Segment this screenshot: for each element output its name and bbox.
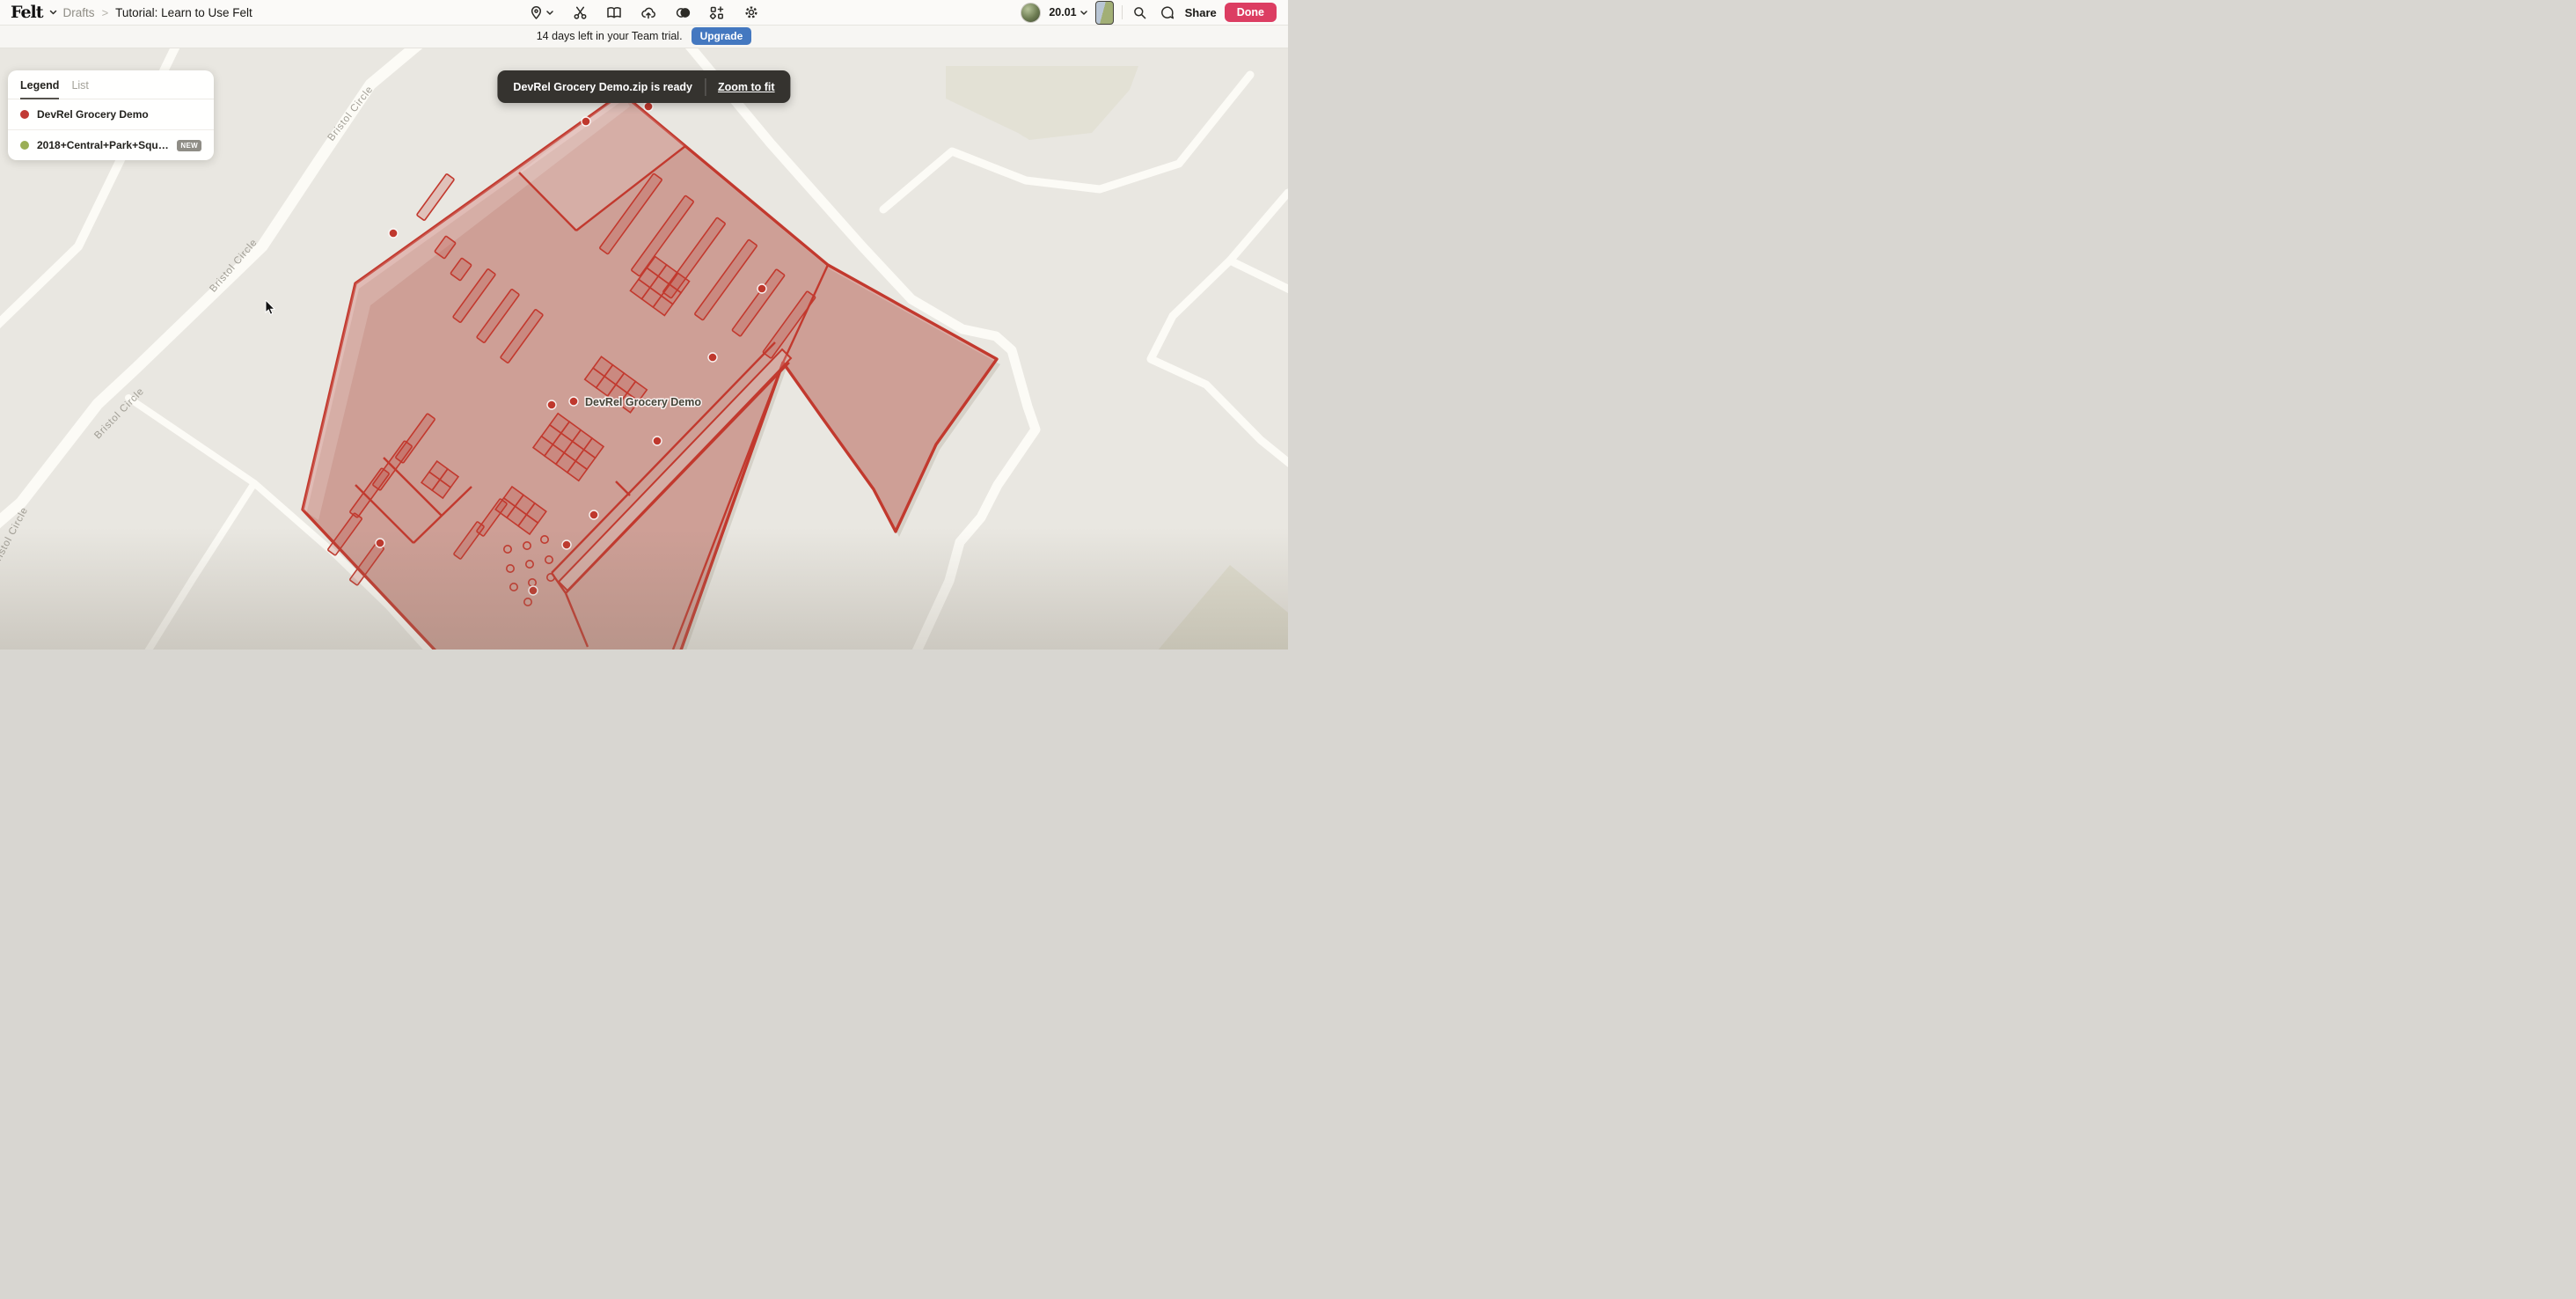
point-marker[interactable] xyxy=(547,400,556,409)
point-marker[interactable] xyxy=(582,117,590,126)
toolbar-divider xyxy=(1122,5,1123,19)
settings-gear-icon xyxy=(743,4,759,20)
toast-message: DevRel Grocery Demo.zip is ready xyxy=(513,81,692,93)
toast-notification: DevRel Grocery Demo.zip is ready Zoom to… xyxy=(497,70,790,103)
zoom-chevron-down-icon xyxy=(1080,11,1087,15)
toast-divider xyxy=(705,78,706,96)
layer-color-dot xyxy=(20,110,29,119)
zoom-level-value: 20.01 xyxy=(1049,6,1076,18)
trial-message: 14 days left in your Team trial. xyxy=(537,30,683,42)
point-marker[interactable] xyxy=(757,284,766,293)
point-marker[interactable] xyxy=(653,437,662,445)
tab-list[interactable]: List xyxy=(71,79,88,99)
layer-label: DevRel Grocery Demo xyxy=(37,108,149,121)
breadcrumb-separator: > xyxy=(102,6,109,19)
point-marker[interactable] xyxy=(589,510,598,519)
trial-banner: 14 days left in your Team trial. Upgrade xyxy=(0,25,1288,48)
search-icon xyxy=(1132,5,1147,20)
search-button[interactable] xyxy=(1131,3,1150,22)
legend-item-devrel[interactable]: DevRel Grocery Demo xyxy=(8,99,214,129)
book-open-icon xyxy=(606,5,622,20)
point-marker[interactable] xyxy=(708,353,717,362)
upload-tool[interactable] xyxy=(639,3,658,22)
cut-tool[interactable] xyxy=(570,3,589,22)
point-marker[interactable] xyxy=(389,229,398,238)
zoom-to-fit-link[interactable]: Zoom to fit xyxy=(718,81,775,93)
legend-panel: Legend List DevRel Grocery Demo 2018+Cen… xyxy=(8,70,214,160)
settings-tool[interactable] xyxy=(742,3,761,22)
point-marker[interactable] xyxy=(644,102,653,111)
library-tool[interactable] xyxy=(604,3,624,22)
place-marker[interactable] xyxy=(569,397,578,406)
layers-tool[interactable] xyxy=(673,3,692,22)
map-toolbar xyxy=(527,0,761,25)
comment-bubble-icon xyxy=(1160,5,1175,20)
location-pin-icon xyxy=(529,5,544,20)
contrast-circles-icon xyxy=(675,5,692,20)
felt-logo[interactable]: Felt xyxy=(11,4,43,21)
breadcrumb-drafts[interactable]: Drafts xyxy=(63,6,95,19)
minimap-thumbnail[interactable] xyxy=(1095,1,1114,25)
comments-button[interactable] xyxy=(1158,3,1177,22)
top-bar: Felt Drafts > Tutorial: Learn to Use Fel… xyxy=(0,0,1288,26)
tab-legend[interactable]: Legend xyxy=(20,79,59,99)
share-button[interactable]: Share xyxy=(1185,6,1217,19)
layer-color-dot xyxy=(20,141,29,150)
user-avatar[interactable] xyxy=(1021,3,1041,23)
map-vignette xyxy=(0,528,1288,650)
location-pin-tool[interactable] xyxy=(527,3,555,22)
elements-tool[interactable] xyxy=(707,3,727,22)
page-title[interactable]: Tutorial: Learn to Use Felt xyxy=(115,6,252,19)
layer-label: 2018+Central+Park+Squirre... xyxy=(37,139,169,151)
logo-chevron-down-icon[interactable] xyxy=(49,10,57,15)
pin-chevron-down-icon xyxy=(546,11,553,15)
new-badge: NEW xyxy=(177,140,201,151)
legend-item-squirrel[interactable]: 2018+Central+Park+Squirre... NEW xyxy=(8,129,214,160)
place-label: DevRel Grocery Demo xyxy=(585,396,701,408)
cloud-upload-icon xyxy=(640,5,656,20)
breadcrumb: Felt Drafts > Tutorial: Learn to Use Fel… xyxy=(0,4,252,21)
done-button[interactable]: Done xyxy=(1225,3,1277,22)
zoom-level-control[interactable]: 20.01 xyxy=(1049,6,1087,18)
upgrade-button[interactable]: Upgrade xyxy=(692,27,752,45)
elements-add-icon xyxy=(709,5,725,20)
scissors-icon xyxy=(573,5,588,20)
